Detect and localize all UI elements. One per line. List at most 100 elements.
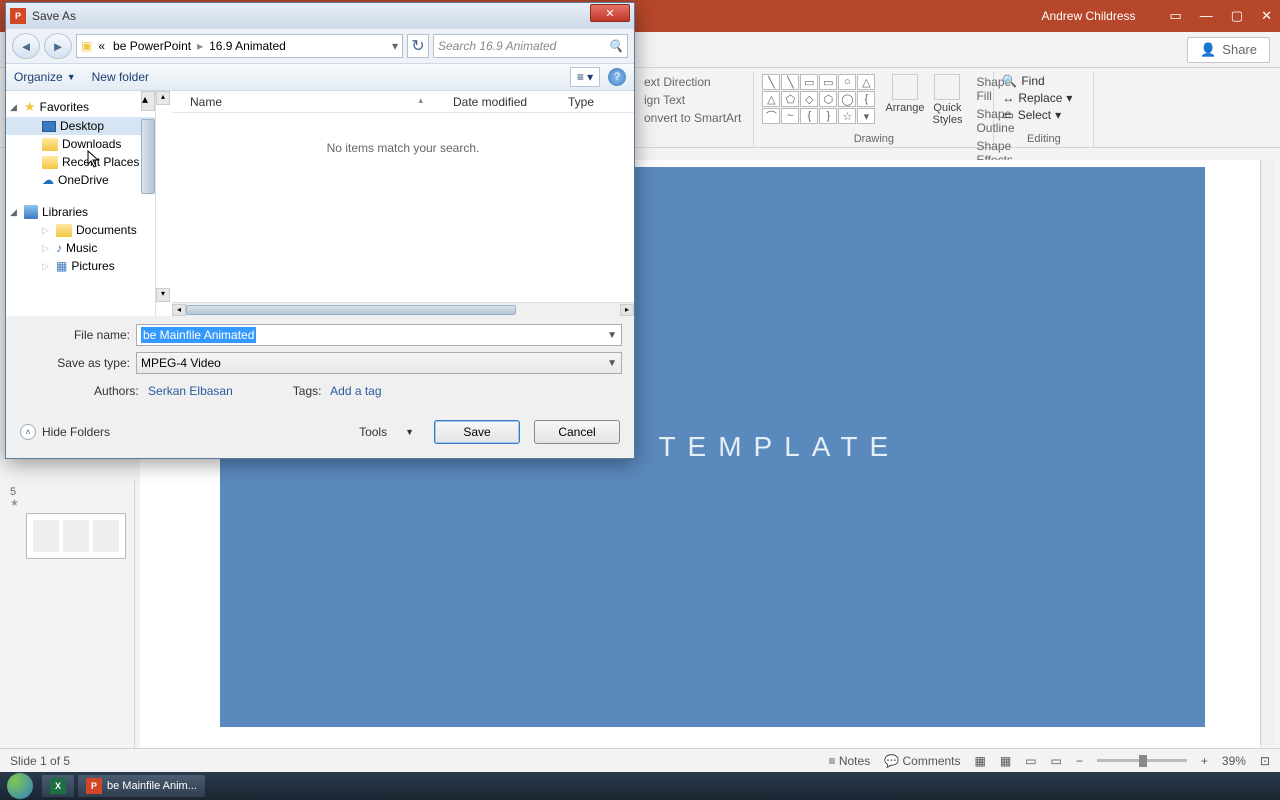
file-list-empty: No items match your search. — [172, 113, 634, 155]
dialog-body: ▴ ◢★ Favorites Desktop Downloads Recent … — [6, 91, 634, 316]
excel-task[interactable]: X — [42, 775, 74, 797]
zoom-slider[interactable] — [1097, 759, 1187, 762]
chevron-up-icon: ˄ — [20, 424, 36, 440]
ribbon-display-icon[interactable]: ▭ — [1170, 8, 1182, 24]
libraries-node[interactable]: ◢ Libraries — [6, 203, 155, 221]
search-input[interactable]: Search 16.9 Animated 🔍 — [433, 34, 628, 58]
chevron-down-icon[interactable]: ▼ — [607, 330, 617, 341]
taskbar: X P be Mainfile Anim... — [0, 772, 1280, 800]
folder-icon — [42, 156, 58, 169]
hide-folders-button[interactable]: ˄ Hide Folders — [20, 424, 110, 440]
file-scroll-down[interactable]: ▾ — [156, 288, 170, 302]
vertical-scrollbar[interactable] — [1260, 160, 1274, 745]
new-folder-button[interactable]: New folder — [92, 70, 149, 84]
find-cmd[interactable]: 🔍 Find — [1002, 74, 1085, 88]
thumb-number: 5 — [6, 486, 128, 498]
zoom-in-icon[interactable]: + — [1201, 754, 1208, 768]
file-scroll-up[interactable]: ▴ — [156, 91, 170, 105]
dialog-close-button[interactable]: ✕ — [590, 4, 630, 22]
filename-input[interactable]: be Mainfile Animated ▼ — [136, 324, 622, 346]
libraries-icon — [24, 205, 38, 219]
hscroll-thumb[interactable] — [186, 305, 516, 315]
organize-button[interactable]: Organize ▼ — [14, 70, 76, 84]
minimize-icon[interactable]: — — [1200, 8, 1213, 24]
tree-scroll-up[interactable]: ▴ — [141, 91, 155, 111]
tags-value[interactable]: Add a tag — [330, 384, 381, 398]
smartart-cmd[interactable]: onvert to SmartArt — [640, 110, 745, 126]
cloud-icon: ☁ — [42, 173, 54, 187]
fit-window-icon[interactable]: ⊡ — [1260, 754, 1270, 768]
select-cmd[interactable]: ▭ Select ▾ — [1002, 108, 1085, 122]
tree-scroll-thumb[interactable] — [141, 119, 155, 194]
desktop-node[interactable]: Desktop — [6, 117, 155, 135]
refresh-button[interactable]: ↻ — [407, 34, 429, 58]
comments-button[interactable]: 💬 Comments — [884, 754, 960, 768]
savetype-label: Save as type: — [18, 356, 136, 370]
powerpoint-icon: P — [10, 8, 26, 24]
onedrive-node[interactable]: ☁ OneDrive — [6, 171, 155, 189]
music-icon: ♪ — [56, 241, 62, 255]
breadcrumb[interactable]: ▣ « be PowerPoint ▸ 16.9 Animated ▾ — [76, 34, 403, 58]
notes-button[interactable]: ≡ Notes — [829, 754, 871, 768]
downloads-node[interactable]: Downloads — [6, 135, 155, 153]
tools-button[interactable]: Tools▼ — [353, 425, 420, 439]
dialog-titlebar[interactable]: P Save As ✕ — [6, 3, 634, 29]
dialog-footer: ˄ Hide Folders Tools▼ Save Cancel — [6, 410, 634, 458]
help-button[interactable]: ? — [608, 68, 626, 86]
shapes-gallery[interactable]: ╲╲▭▭○△ △⬠◇⬡◯{ ⌒~{}☆▾ — [762, 74, 875, 124]
view-button[interactable]: ≡ ▾ — [570, 67, 600, 87]
favorites-node[interactable]: ◢★ Favorites — [6, 97, 155, 117]
start-button[interactable] — [0, 772, 40, 800]
folder-icon — [56, 224, 72, 237]
powerpoint-icon: P — [86, 778, 102, 794]
normal-view-icon[interactable]: ▦ — [975, 754, 986, 768]
reading-view-icon[interactable]: ▭ — [1025, 754, 1036, 768]
folder-icon — [42, 138, 58, 151]
thumbnail-panel: 5 ★ — [0, 480, 135, 760]
authors-label: Authors: — [94, 384, 139, 398]
slideshow-view-icon[interactable]: ▭ — [1051, 754, 1062, 768]
nav-back-button[interactable]: ◄ — [12, 33, 40, 59]
share-icon: 👤 — [1200, 42, 1216, 58]
editing-group-label: Editing — [994, 133, 1093, 145]
align-text-cmd[interactable]: ign Text — [640, 92, 745, 108]
desktop-icon — [42, 121, 56, 132]
save-button[interactable]: Save — [434, 420, 520, 444]
breadcrumb-seg-1[interactable]: be PowerPoint — [111, 39, 193, 53]
breadcrumb-seg-2[interactable]: 16.9 Animated — [207, 39, 288, 53]
powerpoint-task[interactable]: P be Mainfile Anim... — [78, 775, 205, 797]
save-as-dialog: P Save As ✕ ◄ ► ▣ « be PowerPoint ▸ 16.9… — [5, 2, 635, 459]
file-hscroll[interactable]: ◂ ▸ — [172, 302, 634, 316]
star-icon: ★ — [24, 99, 36, 115]
dialog-toolbar: Organize ▼ New folder ≡ ▾ ? — [6, 63, 634, 91]
cancel-button[interactable]: Cancel — [534, 420, 620, 444]
zoom-out-icon[interactable]: − — [1076, 754, 1083, 768]
hscroll-left[interactable]: ◂ — [172, 304, 186, 316]
maximize-icon[interactable]: ▢ — [1231, 8, 1243, 24]
savetype-combo[interactable]: MPEG-4 Video ▼ — [136, 352, 622, 374]
recent-places-node[interactable]: Recent Places — [6, 153, 155, 171]
music-node[interactable]: ▷♪ Music — [6, 239, 155, 257]
nav-forward-button[interactable]: ► — [44, 33, 72, 59]
slide-thumbnail[interactable] — [26, 513, 126, 559]
dialog-form: File name: be Mainfile Animated ▼ Save a… — [6, 316, 634, 410]
filename-label: File name: — [18, 328, 136, 342]
arrange-button[interactable]: Arrange — [885, 74, 924, 126]
drawing-group-label: Drawing — [754, 133, 993, 145]
hscroll-right[interactable]: ▸ — [620, 304, 634, 316]
sorter-view-icon[interactable]: ▦ — [1000, 754, 1011, 768]
status-bar: Slide 1 of 5 ≡ Notes 💬 Comments ▦ ▦ ▭ ▭ … — [0, 748, 1280, 772]
share-button[interactable]: 👤 Share — [1187, 37, 1270, 63]
quick-styles-button[interactable]: Quick Styles — [933, 74, 963, 126]
authors-value[interactable]: Serkan Elbasan — [148, 384, 233, 398]
replace-cmd[interactable]: ↔ Replace ▾ — [1002, 91, 1085, 105]
close-icon[interactable]: ✕ — [1261, 8, 1272, 24]
file-header[interactable]: Name ▴ Date modified Type — [172, 91, 634, 113]
slide-indicator: Slide 1 of 5 — [10, 754, 70, 768]
zoom-value[interactable]: 39% — [1222, 754, 1246, 768]
documents-node[interactable]: ▷ Documents — [6, 221, 155, 239]
pictures-node[interactable]: ▷▦ Pictures — [6, 257, 155, 275]
chevron-down-icon[interactable]: ▼ — [607, 358, 617, 369]
text-direction-cmd[interactable]: ext Direction — [640, 74, 745, 90]
ppt-user: Andrew Childress — [1041, 9, 1135, 23]
